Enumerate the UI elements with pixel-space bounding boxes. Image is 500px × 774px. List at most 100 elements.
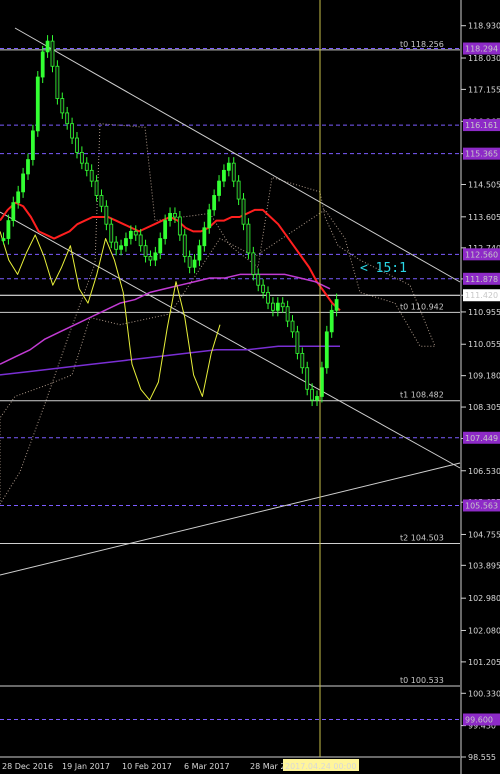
y-tick-label: 100.330 — [468, 689, 500, 698]
candle-body — [119, 245, 123, 250]
chart-svg[interactable]: 118.930118.030117.155116.265115.365114.5… — [0, 0, 500, 774]
candle-body — [329, 309, 334, 333]
candle-body — [177, 216, 182, 236]
level-label: t0 100.533 — [400, 676, 444, 685]
y-tick-label: 110.055 — [468, 340, 500, 349]
candle-body — [275, 302, 280, 311]
y-tick-label: 104.755 — [468, 530, 500, 539]
y-tick-label: 110.955 — [468, 308, 500, 317]
candle-body — [226, 162, 231, 171]
candle-body — [207, 209, 212, 229]
candle-body — [310, 388, 315, 401]
candle-body — [99, 195, 104, 207]
y-tick-label: 106.530 — [468, 467, 500, 476]
candle-body — [305, 367, 310, 390]
candle-body — [315, 396, 319, 401]
candle-body — [153, 252, 158, 261]
x-tick-label: 28 Mar 2 — [250, 762, 285, 771]
candle-body — [236, 180, 241, 200]
forex-chart[interactable]: 118.930118.030117.155116.265115.365114.5… — [0, 0, 500, 774]
x-tick-label: 28 Dec 2016 — [2, 762, 53, 771]
level-label: 105.563 — [465, 501, 498, 510]
candle-body — [11, 202, 16, 221]
candle-body — [89, 169, 94, 182]
candle-body — [1, 238, 6, 241]
candle-body — [65, 112, 70, 125]
candle-body — [295, 331, 300, 354]
y-tick-label: 102.080 — [468, 626, 500, 635]
y-tick-label: 118.930 — [468, 22, 500, 31]
candle-body — [168, 213, 172, 221]
candle-body — [55, 65, 60, 99]
candle-body — [256, 274, 261, 286]
candle-body — [246, 223, 251, 254]
candle-body — [217, 180, 221, 196]
x-tick-label: 2017.04.24 00:00 — [285, 762, 356, 771]
level-label: 116.161 — [465, 121, 498, 130]
candle-body — [148, 256, 153, 261]
y-tick-label: 101.205 — [468, 658, 500, 667]
level-label: t0 110.942 — [400, 302, 444, 311]
candle-body — [271, 302, 275, 311]
candle-body — [222, 169, 226, 182]
candle-body — [251, 252, 256, 275]
level-label: t1 108.482 — [400, 391, 444, 400]
candle-body — [324, 331, 329, 369]
candle-body — [202, 227, 207, 247]
candle-body — [45, 40, 50, 53]
level-label: t0 118.256 — [400, 40, 444, 49]
candle-body — [280, 302, 285, 308]
y-tick-label: 114.505 — [468, 181, 500, 190]
candle-body — [290, 320, 295, 333]
candle-body — [30, 130, 35, 160]
candle-body — [16, 191, 21, 204]
candle-body — [163, 220, 168, 239]
level-label: 107.449 — [465, 434, 498, 443]
candle-body — [40, 51, 45, 78]
candle-body — [143, 245, 148, 257]
candle-body — [50, 40, 55, 67]
candle-body — [241, 198, 246, 225]
candle-body — [84, 162, 89, 171]
candle-body — [192, 259, 197, 268]
level-label: 111.878 — [465, 275, 498, 284]
candle-body — [138, 234, 143, 247]
y-tick-label: 98.555 — [468, 753, 496, 762]
candle-body — [173, 213, 177, 218]
y-tick-label: 102.980 — [468, 594, 500, 603]
candle-body — [285, 306, 290, 322]
candle-body — [231, 162, 236, 182]
level-label: 99.600 — [465, 715, 493, 724]
candle-body — [158, 238, 163, 254]
y-tick-label: 108.305 — [468, 403, 500, 412]
x-tick-label: 6 Mar 2017 — [184, 762, 230, 771]
y-tick-label: 113.605 — [468, 213, 500, 222]
x-tick-label: 10 Feb 2017 — [122, 762, 172, 771]
candle-body — [70, 123, 74, 139]
candle-body — [26, 159, 30, 175]
y-tick-label: 118.030 — [468, 54, 500, 63]
candle-body — [60, 98, 65, 114]
candle-body — [75, 137, 79, 153]
candle-body — [35, 76, 40, 132]
candle-body — [6, 220, 11, 239]
price-label: 111.420 — [465, 291, 498, 300]
candle-body — [261, 284, 266, 293]
candle-body — [182, 234, 187, 257]
level-label: 118.294 — [465, 45, 498, 54]
candle-body — [124, 238, 128, 247]
chart-background — [0, 0, 500, 774]
candle-body — [320, 367, 324, 397]
ratio-annotation: < 15:1 — [360, 261, 407, 276]
y-tick-label: 103.895 — [468, 561, 500, 570]
x-tick-label: 19 Jan 2017 — [62, 762, 110, 771]
level-label: 112.560 — [465, 250, 498, 259]
candle-body — [128, 230, 133, 239]
candle-body — [104, 205, 109, 225]
candle-body — [266, 291, 270, 304]
candle-body — [187, 256, 192, 268]
y-tick-label: 109.180 — [468, 372, 500, 381]
level-label: 115.365 — [465, 150, 498, 159]
candle-body — [94, 180, 99, 196]
candle-body — [212, 195, 217, 211]
